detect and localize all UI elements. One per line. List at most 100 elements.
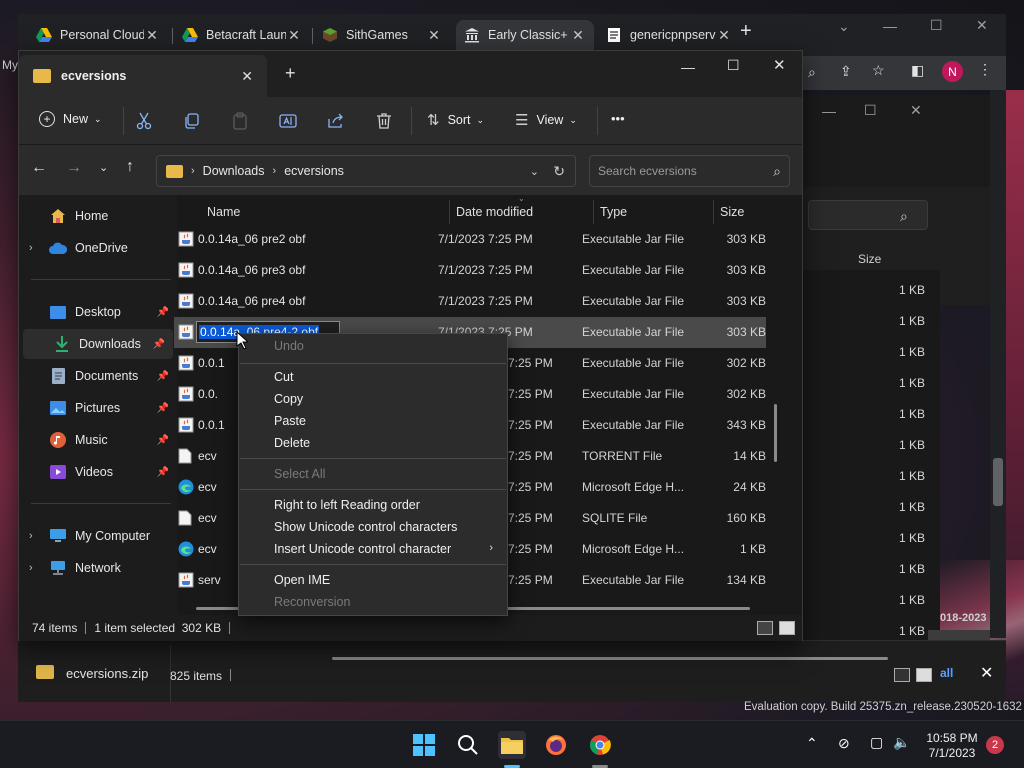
chrome-icon[interactable] [586, 731, 614, 759]
close-icon[interactable]: ✕ [976, 17, 988, 34]
new-tab-button[interactable]: + [740, 20, 752, 43]
zip-file-name[interactable]: ecversions.zip [66, 666, 148, 681]
menu-item-show-unicode[interactable]: Show Unicode control characters [274, 520, 457, 534]
chevron-up-icon[interactable]: ⌃ [806, 735, 818, 752]
close-icon[interactable]: ✕ [980, 663, 993, 683]
menu-item-reconversion[interactable]: Reconversion [274, 595, 350, 609]
menu-kebab-icon[interactable]: ⋮ [978, 61, 992, 78]
close-icon[interactable]: ✕ [286, 27, 302, 44]
nav-onedrive[interactable]: › OneDrive [19, 233, 177, 263]
nav-videos[interactable]: Videos 📌 [19, 457, 177, 487]
nav-music[interactable]: Music 📌 [19, 425, 177, 455]
recent-locations-chevron-icon[interactable]: ⌄ [99, 161, 108, 174]
new-tab-button[interactable]: + [285, 63, 296, 84]
tiles-view-icon[interactable] [916, 668, 932, 682]
menu-item-open-ime[interactable]: Open IME [274, 573, 330, 587]
zoom-icon[interactable]: ⌕ [808, 64, 816, 81]
share-icon[interactable] [326, 111, 346, 131]
pin-icon[interactable]: 📌 [157, 307, 169, 318]
pin-icon[interactable]: 📌 [157, 371, 169, 382]
menu-item-rtl[interactable]: Right to left Reading order [274, 498, 420, 512]
address-box[interactable]: › Downloads › ecversions ⌄ ↻ [156, 155, 576, 187]
more-options-button[interactable]: ••• [611, 111, 625, 126]
network-status-icon[interactable]: ⊘ [838, 735, 850, 752]
search-icon[interactable]: ⌕ [900, 208, 908, 225]
new-button[interactable]: + New ⌄ [39, 111, 102, 127]
column-header-date[interactable]: Date modified [456, 205, 533, 219]
browser-tab-3[interactable]: SithGames ✕ [314, 20, 450, 50]
browser-tab-5[interactable]: genericpnpserver ✕ [598, 20, 740, 50]
side-panel-icon[interactable]: ◧ [911, 62, 924, 79]
nav-home[interactable]: Home [19, 201, 177, 231]
close-icon[interactable]: ✕ [570, 27, 586, 44]
search-box[interactable]: Search ecversions ⌕ [589, 155, 790, 187]
tiles-view-icon[interactable] [779, 621, 795, 635]
chevron-down-icon[interactable]: ⌄ [530, 165, 539, 178]
close-icon[interactable]: ✕ [716, 27, 732, 44]
browser-tab-2[interactable]: Betacraft Launcher ✕ [174, 20, 310, 50]
browser-tab-1[interactable]: Personal Cloud ✕ [28, 20, 168, 50]
background-search-box[interactable] [808, 200, 928, 230]
column-header-name[interactable]: Name [207, 205, 240, 219]
sort-button[interactable]: ⇅ Sort ⌄ [427, 111, 484, 129]
windows-start-icon[interactable] [410, 731, 438, 759]
nav-desktop[interactable]: Desktop 📌 [19, 297, 177, 327]
share-icon[interactable]: ⇪ [840, 63, 852, 80]
nav-network[interactable]: › Network [19, 553, 177, 583]
bookmark-star-icon[interactable]: ☆ [872, 62, 885, 79]
notification-badge[interactable]: 2 [986, 736, 1004, 754]
minimize-icon[interactable]: — [681, 59, 695, 75]
maximize-icon[interactable]: ☐ [864, 102, 877, 119]
file-explorer-icon[interactable] [498, 731, 526, 759]
view-button[interactable]: ☰ View ⌄ [515, 111, 577, 129]
close-icon[interactable]: ✕ [910, 102, 922, 119]
menu-item-copy[interactable]: Copy [274, 392, 303, 406]
display-icon[interactable]: ▢ [870, 734, 883, 751]
menu-item-paste[interactable]: Paste [274, 414, 306, 428]
close-icon[interactable]: ✕ [241, 68, 253, 85]
paste-icon[interactable] [230, 111, 250, 131]
cut-icon[interactable] [134, 111, 154, 131]
close-icon[interactable]: ✕ [144, 27, 160, 44]
profile-avatar[interactable]: N [942, 61, 963, 82]
details-view-icon[interactable] [894, 668, 910, 682]
close-icon[interactable]: ✕ [426, 27, 442, 44]
rename-icon[interactable] [278, 111, 298, 131]
menu-item-delete[interactable]: Delete [274, 436, 310, 450]
table-row[interactable]: 0.0.14a_06 pre2 obf 7/1/2023 7:25 PM Execu… [174, 224, 766, 255]
clock[interactable]: 10:58 PM 7/1/2023 [924, 731, 980, 761]
chevron-down-icon[interactable]: ⌄ [838, 18, 850, 35]
page-scrollbar[interactable] [990, 90, 1006, 638]
refresh-icon[interactable]: ↻ [553, 163, 565, 180]
vertical-scrollbar[interactable] [774, 404, 777, 462]
browser-tab-4[interactable]: Early Classic+ ✕ [456, 20, 594, 50]
breadcrumb-ecversions[interactable]: ecversions [284, 164, 344, 178]
menu-item-select-all[interactable]: Select All [274, 467, 325, 481]
menu-item-undo[interactable]: Undo [274, 339, 304, 353]
nav-downloads[interactable]: Downloads 📌 [23, 329, 173, 359]
maximize-icon[interactable]: ☐ [727, 57, 740, 74]
pin-icon[interactable]: 📌 [157, 403, 169, 414]
volume-icon[interactable]: 🔈 [893, 734, 910, 751]
forward-arrow-icon[interactable]: → [66, 159, 82, 177]
delete-icon[interactable] [374, 111, 394, 131]
back-arrow-icon[interactable]: ← [31, 159, 47, 177]
nav-my-computer[interactable]: › My Computer [19, 521, 177, 551]
menu-item-insert-unicode[interactable]: Insert Unicode control character [274, 542, 451, 556]
pin-icon[interactable]: 📌 [157, 467, 169, 478]
minimize-icon[interactable]: — [883, 18, 897, 34]
nav-pictures[interactable]: Pictures 📌 [19, 393, 177, 423]
explorer-tab[interactable]: ecversions ✕ [19, 55, 267, 97]
up-arrow-icon[interactable]: ↑ [126, 158, 134, 176]
details-view-icon[interactable] [757, 621, 773, 635]
table-row[interactable]: 0.0.14a_06 pre3 obf 7/1/2023 7:25 PM Execu… [174, 255, 766, 286]
menu-item-cut[interactable]: Cut [274, 370, 293, 384]
breadcrumb-downloads[interactable]: Downloads [203, 164, 265, 178]
all-link[interactable]: all [940, 666, 953, 680]
maximize-icon[interactable]: ☐ [930, 17, 943, 34]
close-icon[interactable]: ✕ [773, 56, 786, 74]
pin-icon[interactable]: 📌 [157, 435, 169, 446]
copy-icon[interactable] [182, 111, 202, 131]
column-header-type[interactable]: Type [600, 205, 627, 219]
pin-icon[interactable]: 📌 [153, 339, 165, 350]
